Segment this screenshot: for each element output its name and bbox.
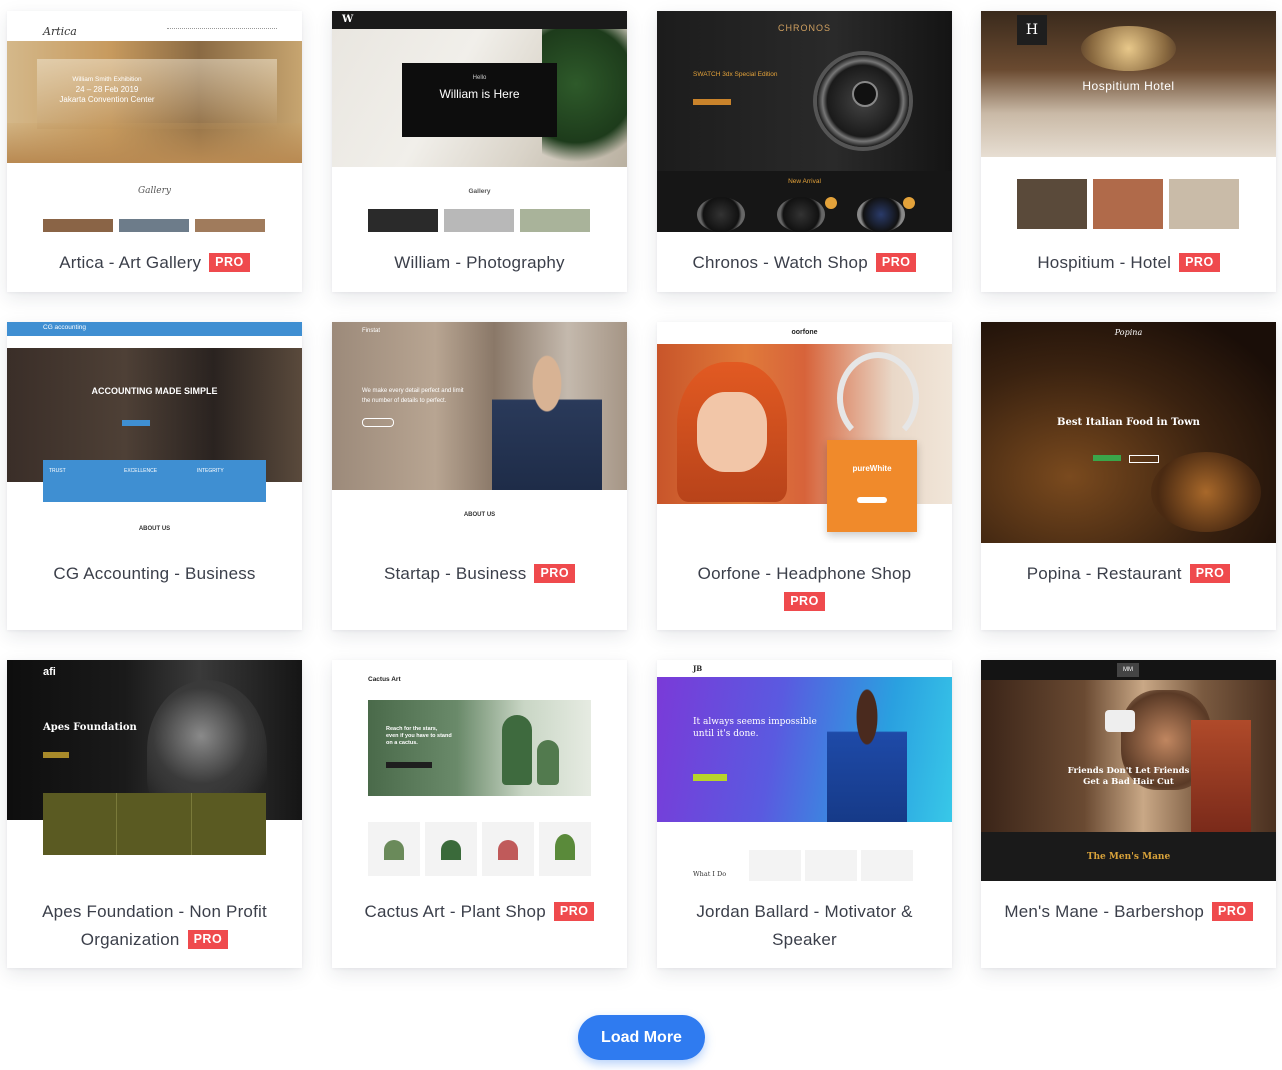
- preview-hero-line: It always seems impossible: [693, 717, 817, 727]
- template-preview: CHRONOS SWATCH 3dx Special Edition New A…: [657, 11, 952, 232]
- pro-badge: PRO: [553, 902, 595, 922]
- preview-hero-line: SWATCH 3dx Special Edition: [693, 71, 778, 78]
- template-title: Jordan Ballard - Motivator & Speaker: [696, 902, 913, 950]
- preview-section-title: ABOUT US: [138, 526, 171, 532]
- preview-logo: MM: [1117, 663, 1139, 677]
- preview-logo: oorfone: [791, 329, 818, 336]
- preview-hero-line: until it's done.: [693, 729, 759, 739]
- preview-hero-line: pureWhite: [852, 464, 892, 473]
- preview-logo: JB: [693, 664, 703, 673]
- preview-feature: EXCELLENCE: [124, 468, 158, 474]
- pro-badge: PRO: [1189, 564, 1231, 584]
- preview-hero-line: Hospitium Hotel: [1082, 79, 1175, 93]
- preview-logo: Finstat: [362, 328, 381, 334]
- preview-logo: afi: [43, 666, 56, 678]
- template-card-mens-mane[interactable]: MM Friends Don't Let Friends Get a Bad H…: [981, 660, 1276, 968]
- preview-section-title: The Men's Mane: [1086, 852, 1171, 862]
- template-preview: CG accounting ACCOUNTING MADE SIMPLE TRU…: [7, 322, 302, 543]
- preview-hero-line: William is Here: [439, 87, 520, 101]
- template-card-artica[interactable]: Artica William Smith Exhibition 24 – 28 …: [7, 11, 302, 292]
- template-title: Popina - Restaurant PRO: [981, 559, 1276, 587]
- preview-hero-line: even if you have to stand: [386, 733, 452, 739]
- template-card-cg-accounting[interactable]: CG accounting ACCOUNTING MADE SIMPLE TRU…: [7, 322, 302, 630]
- pro-badge: PRO: [784, 592, 825, 612]
- pro-badge: PRO: [534, 564, 576, 584]
- template-preview: Cactus Art Reach for the stars, even if …: [332, 660, 627, 881]
- template-title: William - Photography: [394, 253, 565, 273]
- preview-section-title: What I Do: [693, 870, 727, 878]
- template-card-jordan-ballard[interactable]: JB It always seems impossible until it's…: [657, 660, 952, 968]
- preview-hero-line: Best Italian Food in Town: [1057, 417, 1200, 428]
- preview-section-title: ABOUT US: [463, 512, 496, 518]
- preview-section-title: Gallery: [468, 188, 491, 195]
- preview-logo: Popina: [1114, 328, 1143, 337]
- pro-badge: PRO: [187, 930, 229, 950]
- template-preview: MM Friends Don't Let Friends Get a Bad H…: [981, 660, 1276, 881]
- template-preview: H Hospitium Hotel: [981, 11, 1276, 232]
- template-card-apes-foundation[interactable]: afi Apes Foundation Apes Foundation - No…: [7, 660, 302, 968]
- pro-badge: PRO: [209, 253, 250, 273]
- template-title: Cactus Art - Plant Shop PRO: [332, 897, 627, 925]
- preview-logo: W: [342, 14, 354, 25]
- pro-badge: PRO: [1179, 253, 1220, 273]
- template-card-oorfone[interactable]: oorfone pureWhite Oorfone - Headphone Sh…: [657, 322, 952, 630]
- preview-hero-line: William Smith Exhibition: [72, 76, 142, 83]
- preview-logo: CG accounting: [43, 324, 86, 331]
- template-preview: JB It always seems impossible until it's…: [657, 660, 952, 881]
- template-title: Oorfone - Headphone Shop PRO: [657, 559, 952, 614]
- template-title: Startap - Business PRO: [332, 559, 627, 587]
- template-preview: Artica William Smith Exhibition 24 – 28 …: [7, 11, 302, 232]
- pro-badge: PRO: [875, 253, 917, 273]
- preview-hero-line: the number of details to perfect.: [362, 398, 447, 404]
- preview-logo: Cactus Art: [368, 676, 401, 683]
- preview-hero-line: ACCOUNTING MADE SIMPLE: [91, 386, 218, 396]
- preview-hero-line: Apes Foundation: [43, 722, 137, 733]
- template-card-hospitium[interactable]: H Hospitium Hotel Hospitium - Hotel PRO: [981, 11, 1276, 292]
- preview-hero-line: on a cactus.: [386, 740, 418, 746]
- template-preview: afi Apes Foundation: [7, 660, 302, 881]
- template-title: Men's Mane - Barbershop PRO: [981, 897, 1276, 925]
- template-preview: oorfone pureWhite: [657, 322, 952, 543]
- template-card-popina[interactable]: Popina Best Italian Food in Town Popina …: [981, 322, 1276, 630]
- template-title: Artica - Art Gallery PRO: [7, 248, 302, 276]
- preview-section-title: Gallery: [137, 186, 172, 196]
- template-title: Chronos - Watch Shop PRO: [657, 248, 952, 276]
- pro-badge: PRO: [1212, 902, 1253, 922]
- preview-logo: H: [1017, 15, 1047, 45]
- template-card-startap[interactable]: Finstat We make every detail perfect and…: [332, 322, 627, 630]
- preview-hero-line: 24 – 28 Feb 2019: [75, 85, 139, 94]
- template-title: Hospitium - Hotel PRO: [981, 248, 1276, 276]
- preview-section-title: New Arrival: [788, 178, 821, 185]
- template-title: CG Accounting - Business: [53, 564, 256, 584]
- preview-feature: INTEGRITY: [197, 468, 224, 474]
- template-title: Apes Foundation - Non Profit Organizatio…: [42, 902, 267, 950]
- preview-hero-line: Get a Bad Hair Cut: [1083, 777, 1174, 787]
- template-preview: Finstat We make every detail perfect and…: [332, 322, 627, 543]
- template-card-william[interactable]: W Hello William is Here Gallery William …: [332, 11, 627, 292]
- template-card-cactus-art[interactable]: Cactus Art Reach for the stars, even if …: [332, 660, 627, 968]
- preview-hero-line: Reach for the stars,: [386, 726, 438, 732]
- preview-feature: TRUST: [49, 468, 66, 474]
- load-more-button[interactable]: Load More: [578, 1015, 705, 1060]
- preview-hero-line: Hello: [472, 75, 487, 81]
- template-preview: W Hello William is Here Gallery: [332, 11, 627, 232]
- preview-logo: Artica: [43, 25, 77, 38]
- preview-hero-line: Friends Don't Let Friends: [1067, 766, 1190, 776]
- preview-hero-line: We make every detail perfect and limit: [362, 388, 464, 394]
- preview-logo: CHRONOS: [777, 23, 831, 33]
- template-card-chronos[interactable]: CHRONOS SWATCH 3dx Special Edition New A…: [657, 11, 952, 292]
- preview-hero-line: Jakarta Convention Center: [59, 95, 155, 104]
- template-preview: Popina Best Italian Food in Town: [981, 322, 1276, 543]
